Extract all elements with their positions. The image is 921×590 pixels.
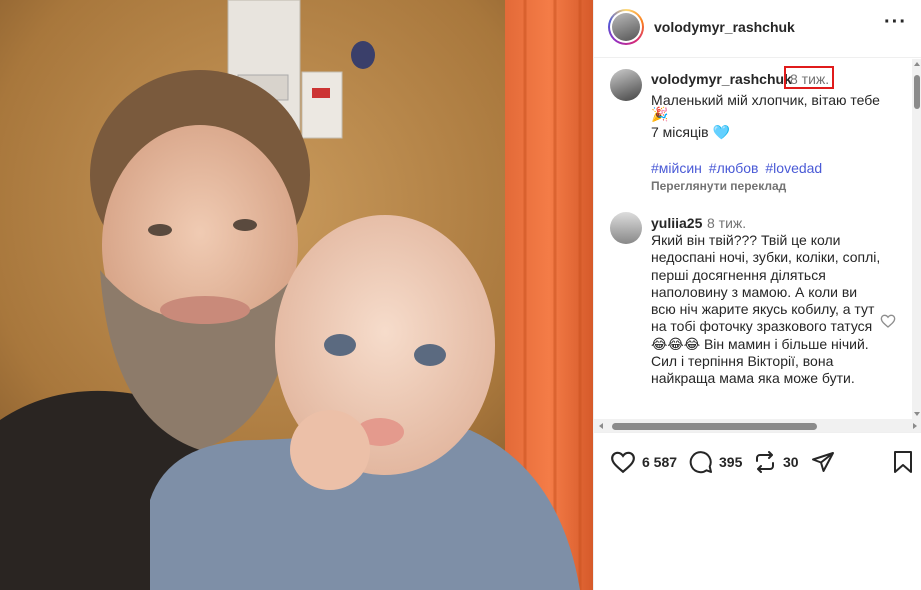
repost-icon xyxy=(756,451,774,473)
like-button[interactable]: 6 587 xyxy=(610,449,677,475)
heart-icon xyxy=(611,451,635,474)
post-details-panel: volodymyr_rashchuk ··· volodymyr_rashchu… xyxy=(593,0,921,590)
comment-text: Який він твій??? Твій це коли недоспані … xyxy=(651,232,881,387)
hashtag-link[interactable]: #любов xyxy=(709,160,759,176)
scroll-up-arrow-icon[interactable] xyxy=(914,62,920,66)
comments-count[interactable]: 395 xyxy=(719,454,742,470)
more-horizontal-icon[interactable]: ··· xyxy=(884,12,907,32)
photo-image xyxy=(0,0,593,590)
comment-icon xyxy=(689,451,712,474)
horizontal-scroll-thumb[interactable] xyxy=(612,423,817,430)
comment-like-icon[interactable] xyxy=(880,313,896,329)
author-username[interactable]: volodymyr_rashchuk xyxy=(654,19,795,35)
post-actions-bar: 6 587 395 30 xyxy=(594,434,921,490)
caption-avatar[interactable] xyxy=(610,69,642,101)
save-button[interactable] xyxy=(892,449,914,475)
caption-hashtags: #мійсин #любов #lovedad xyxy=(651,160,825,176)
author-avatar[interactable] xyxy=(608,9,644,45)
scroll-down-arrow-icon[interactable] xyxy=(914,412,920,416)
vertical-scrollbar[interactable] xyxy=(912,59,921,419)
comment-time[interactable]: 8 тиж. xyxy=(707,215,746,231)
share-button[interactable] xyxy=(811,449,835,475)
repost-button[interactable]: 30 xyxy=(753,449,799,475)
comment-button[interactable]: 395 xyxy=(689,449,742,475)
see-translation-link[interactable]: Переглянути переклад xyxy=(651,179,786,193)
hashtag-link[interactable]: #lovedad xyxy=(765,160,822,176)
caption-time[interactable]: 8 тиж. xyxy=(790,71,829,87)
bookmark-icon xyxy=(894,451,912,473)
comment-avatar[interactable] xyxy=(610,212,642,244)
likes-count[interactable]: 6 587 xyxy=(642,454,677,470)
horizontal-scrollbar[interactable] xyxy=(594,419,921,433)
vertical-scroll-thumb[interactable] xyxy=(914,75,920,109)
post-photo[interactable] xyxy=(0,0,593,590)
party-popper-emoji: 🎉 xyxy=(651,106,669,122)
caption-text-line2: 7 місяців 🩵 xyxy=(651,124,730,140)
reposts-count[interactable]: 30 xyxy=(783,454,799,470)
scroll-left-arrow-icon[interactable] xyxy=(599,423,603,429)
comment-username[interactable]: yuliia25 xyxy=(651,215,702,231)
comments-scroll-area[interactable]: volodymyr_rashchuk 8 тиж. Маленький мій … xyxy=(594,59,912,419)
caption-text: Маленький мій хлопчик, вітаю тебе xyxy=(651,92,880,108)
send-icon xyxy=(812,452,834,472)
caption-username[interactable]: volodymyr_rashchuk xyxy=(651,71,792,87)
post-header: volodymyr_rashchuk ··· xyxy=(594,0,921,58)
hashtag-link[interactable]: #мійсин xyxy=(651,160,702,176)
scroll-right-arrow-icon[interactable] xyxy=(913,423,917,429)
